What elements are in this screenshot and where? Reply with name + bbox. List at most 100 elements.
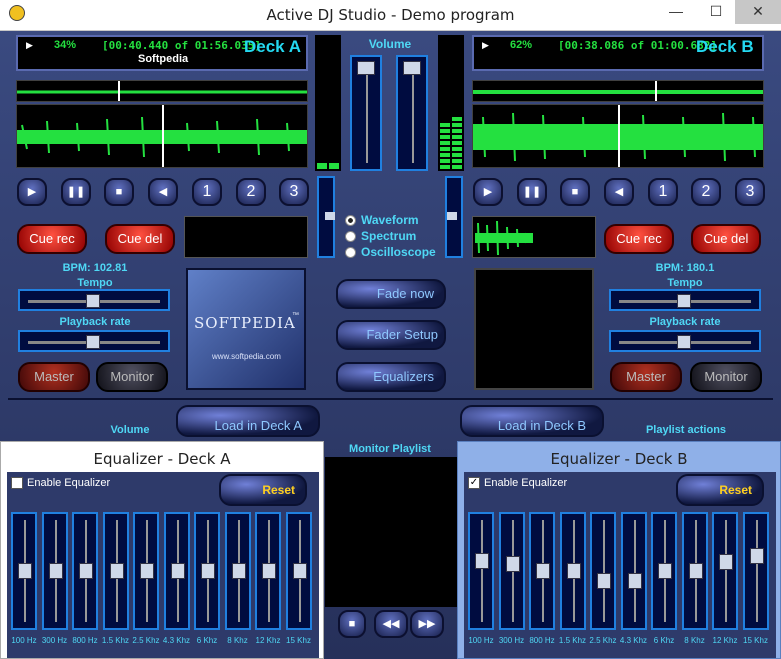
deck-b-zoom-wave[interactable]: [472, 104, 764, 168]
deck-b-tempo-slider[interactable]: [609, 289, 761, 311]
deck-b-prev-button[interactable]: ◀: [604, 178, 634, 206]
equalizers-button[interactable]: Equalizers: [336, 362, 446, 392]
volume-slider-b[interactable]: [396, 55, 428, 171]
deck-b-hotcue-2[interactable]: 2: [691, 178, 721, 206]
deck-a-rate-knob[interactable]: [86, 335, 100, 349]
playlist-forward-button[interactable]: ▶▶: [410, 610, 444, 638]
eq-b-band-slider[interactable]: [681, 512, 708, 630]
view-option-spectrum[interactable]: Spectrum: [345, 229, 416, 243]
minimize-button[interactable]: —: [656, 0, 696, 24]
deck-b-cue-del-button[interactable]: Cue del: [691, 224, 761, 254]
eq-b-reset-button[interactable]: Reset: [676, 474, 764, 506]
volume-b-knob[interactable]: [403, 61, 421, 75]
deck-a-hotcue-3[interactable]: 3: [279, 178, 309, 206]
deck-a-pause-button[interactable]: ❚❚: [61, 178, 91, 206]
deck-a-pitch-slider[interactable]: [317, 176, 335, 258]
eq-b-band-slider[interactable]: [559, 512, 586, 630]
deck-a-cue-rec-button[interactable]: Cue rec: [17, 224, 87, 254]
load-deck-b-button[interactable]: Load in Deck B: [460, 405, 604, 437]
deck-a-stop-button[interactable]: ■: [104, 178, 134, 206]
deck-a-play-button[interactable]: ▶: [17, 178, 47, 206]
softpedia-logo: SOFTPEDIA ™ www.softpedia.com: [186, 268, 306, 390]
eq-b-band-slider[interactable]: [468, 512, 494, 630]
load-deck-a-button[interactable]: Load in Deck A: [176, 405, 320, 437]
eq-b-band-slider[interactable]: [590, 512, 616, 630]
eq-b-band-knob[interactable]: [749, 547, 764, 564]
deck-b-hotcue-1[interactable]: 1: [648, 178, 678, 206]
eq-a-band-slider[interactable]: [102, 512, 129, 630]
eq-b-band-knob[interactable]: [627, 573, 642, 590]
deck-b-rate-knob[interactable]: [677, 335, 691, 349]
deck-a-master-button[interactable]: Master: [18, 362, 90, 392]
eq-a-enable-checkbox[interactable]: Enable Equalizer: [11, 477, 110, 490]
eq-a-band-slider[interactable]: [163, 512, 190, 630]
close-button[interactable]: ✕: [735, 0, 781, 24]
eq-a-band-slider[interactable]: [11, 512, 37, 630]
deck-a-prev-button[interactable]: ◀: [148, 178, 178, 206]
deck-b-rate-slider[interactable]: [609, 330, 761, 352]
eq-a-band-slider[interactable]: [72, 512, 98, 630]
deck-b-pause-button[interactable]: ❚❚: [517, 178, 547, 206]
eq-a-band-knob[interactable]: [262, 563, 276, 579]
deck-b-monitor-button[interactable]: Monitor: [690, 362, 762, 392]
deck-a-monitor-button[interactable]: Monitor: [96, 362, 168, 392]
eq-a-band-slider[interactable]: [133, 512, 159, 630]
eq-b-enable-checkbox[interactable]: ✓ Enable Equalizer: [468, 477, 567, 490]
maximize-button[interactable]: ☐: [696, 0, 736, 24]
deck-a-hotcue-2[interactable]: 2: [236, 178, 266, 206]
fader-setup-button[interactable]: Fader Setup: [336, 320, 446, 350]
deck-b-cue-rec-button[interactable]: Cue rec: [604, 224, 674, 254]
eq-a-band-slider[interactable]: [255, 512, 281, 630]
deck-b-pitch-slider[interactable]: [445, 176, 463, 258]
view-option-oscilloscope[interactable]: Oscilloscope: [345, 245, 436, 259]
deck-a-rate-slider[interactable]: [18, 330, 170, 352]
eq-b-band-knob[interactable]: [597, 573, 611, 590]
eq-b-band-slider[interactable]: [529, 512, 555, 630]
eq-a-band-knob[interactable]: [18, 563, 32, 579]
deck-a-tempo-knob[interactable]: [86, 294, 100, 308]
deck-a-tempo-slider[interactable]: [18, 289, 170, 311]
fade-now-button[interactable]: Fade now: [336, 279, 446, 309]
deck-a-hotcue-1[interactable]: 1: [192, 178, 222, 206]
deck-a-cue-del-button[interactable]: Cue del: [105, 224, 175, 254]
eq-a-band-knob[interactable]: [48, 563, 63, 579]
eq-b-band-knob[interactable]: [719, 554, 733, 571]
deck-b-hotcue-3[interactable]: 3: [735, 178, 765, 206]
eq-b-band-slider[interactable]: [742, 512, 769, 630]
eq-b-band-knob[interactable]: [658, 563, 672, 579]
eq-a-band-knob[interactable]: [79, 563, 93, 579]
eq-b-band-knob[interactable]: [688, 563, 703, 579]
playlist-stop-button[interactable]: ■: [338, 610, 366, 638]
eq-b-band-slider[interactable]: [498, 512, 525, 630]
view-option-waveform[interactable]: Waveform: [345, 213, 419, 227]
eq-a-band-knob[interactable]: [109, 563, 124, 579]
volume-slider-a[interactable]: [350, 55, 382, 171]
eq-b-band-slider[interactable]: [651, 512, 677, 630]
deck-a-zoom-wave[interactable]: [16, 104, 308, 168]
eq-a-band-knob[interactable]: [201, 563, 215, 579]
volume-a-knob[interactable]: [357, 61, 375, 75]
eq-b-band-slider[interactable]: [712, 512, 738, 630]
eq-b-band-knob[interactable]: [505, 556, 520, 573]
eq-a-reset-button[interactable]: Reset: [219, 474, 307, 506]
eq-b-band-knob[interactable]: [536, 563, 550, 579]
deck-b-tempo-knob[interactable]: [677, 294, 691, 308]
eq-a-band-knob[interactable]: [140, 563, 154, 579]
monitor-playlist[interactable]: [325, 457, 458, 607]
eq-b-band-knob[interactable]: [566, 563, 581, 579]
eq-b-band-knob[interactable]: [475, 552, 489, 569]
eq-a-band-knob[interactable]: [231, 563, 246, 579]
deck-b-stop-button[interactable]: ■: [560, 178, 590, 206]
eq-a-band-knob[interactable]: [292, 563, 307, 579]
deck-a-overview-wave[interactable]: [16, 80, 308, 102]
deck-b-master-button[interactable]: Master: [610, 362, 682, 392]
playlist-rewind-button[interactable]: ◀◀: [374, 610, 408, 638]
eq-a-band-knob[interactable]: [170, 563, 185, 579]
eq-a-band-slider[interactable]: [41, 512, 68, 630]
eq-a-band-slider[interactable]: [194, 512, 220, 630]
eq-a-band-slider[interactable]: [285, 512, 312, 630]
deck-b-overview-wave[interactable]: [472, 80, 764, 102]
eq-a-band-slider[interactable]: [224, 512, 251, 630]
eq-b-band-slider[interactable]: [620, 512, 647, 630]
deck-b-play-button[interactable]: ▶: [473, 178, 503, 206]
